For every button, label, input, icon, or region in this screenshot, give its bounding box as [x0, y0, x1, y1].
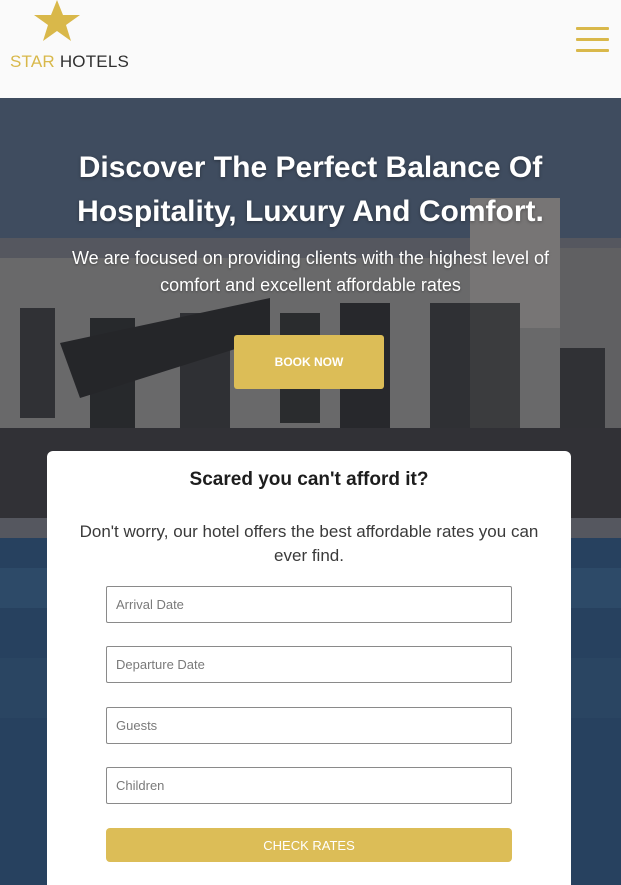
departure-date-field[interactable]: [106, 646, 512, 683]
guests-field[interactable]: [106, 707, 512, 744]
brand-logo[interactable]: STAR HOTELS: [8, 0, 129, 80]
arrival-date-field[interactable]: [106, 586, 512, 623]
booking-card-title: Scared you can't afford it?: [189, 469, 429, 490]
brand-word-hotels: HOTELS: [59, 52, 130, 71]
booking-card-text: Don't worry, our hotel offers the best a…: [79, 522, 539, 565]
star-icon: [34, 0, 80, 41]
children-field[interactable]: [106, 767, 512, 804]
hero-subtitle: We are focused on providing clients with…: [72, 248, 549, 295]
brand-word-star: STAR: [10, 52, 55, 71]
booking-card: Scared you can't afford it? Don't worry,…: [47, 451, 571, 885]
check-rates-button[interactable]: CHECK RATES: [106, 828, 512, 862]
site-header: STAR HOTELS: [0, 0, 621, 98]
brand-name: STAR HOTELS: [10, 52, 129, 72]
book-now-button[interactable]: BOOK NOW: [234, 335, 384, 389]
hero-title: Discover The Perfect Balance Of Hospital…: [77, 151, 544, 228]
hamburger-menu-icon[interactable]: [576, 27, 610, 53]
